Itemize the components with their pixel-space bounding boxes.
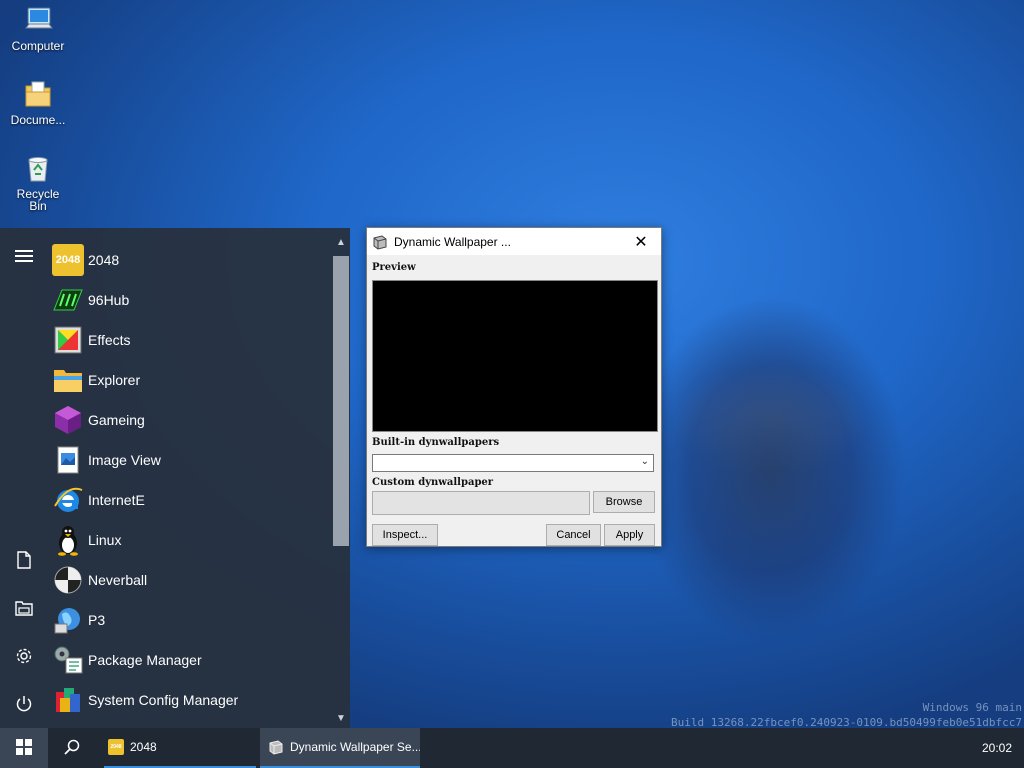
app-label: InternetE <box>88 492 145 508</box>
app-item-2048[interactable]: 2048 2048 <box>52 240 332 280</box>
close-button[interactable]: ✕ <box>621 228 661 255</box>
search-icon <box>64 739 80 758</box>
recycle-bin-icon <box>22 152 54 184</box>
app-label: P3 <box>88 612 106 628</box>
power-icon[interactable] <box>12 692 36 716</box>
folder-icon[interactable] <box>12 596 36 620</box>
desktop-icon-documents[interactable]: Docume... <box>6 78 70 126</box>
taskbar-task-dynamic-wallpaper[interactable]: Dynamic Wallpaper Se... <box>260 728 420 768</box>
clock[interactable]: 20:02 <box>982 728 1012 768</box>
explorer-folder-icon <box>52 364 84 396</box>
tux-penguin-icon <box>52 524 84 556</box>
2048-icon: 2048 <box>108 739 124 755</box>
app-label: Image View <box>88 452 161 468</box>
search-button[interactable] <box>52 728 92 768</box>
desktop-icon-computer[interactable]: Computer <box>6 4 70 52</box>
custom-label: Custom dynwallpaper <box>372 477 494 488</box>
desktop-icon-label: Recycle Bin <box>16 187 60 213</box>
app-list: 2048 2048 96Hub Effects Explorer Gameing… <box>52 240 332 720</box>
gameing-cube-icon <box>52 404 84 436</box>
app-item-gameing[interactable]: Gameing <box>52 400 332 440</box>
taskbar: 2048 2048 Dynamic Wallpaper Se... 20:02 <box>0 728 1024 768</box>
app-item-neverball[interactable]: Neverball <box>52 560 332 600</box>
app-item-image-view[interactable]: Image View <box>52 440 332 480</box>
app-list-scrollbar[interactable]: ▲ ▼ <box>332 234 350 728</box>
builtin-label: Built-in dynwallpapers <box>372 437 500 448</box>
app-label: Effects <box>88 332 131 348</box>
desktop-icon-recycle-bin[interactable]: Recycle Bin <box>6 152 70 212</box>
documents-folder-icon <box>22 78 54 110</box>
app-label: Explorer <box>88 372 141 388</box>
task-label: 2048 <box>130 740 157 754</box>
watermark-line-1: Windows 96 main <box>922 701 1022 714</box>
start-menu: 2048 2048 96Hub Effects Explorer Gameing… <box>0 228 350 728</box>
scrollbar-thumb[interactable] <box>333 256 349 546</box>
internet-explorer-icon <box>52 484 84 516</box>
task-label: Dynamic Wallpaper Se... <box>290 740 420 754</box>
package-manager-icon <box>52 644 84 676</box>
preview-label: Preview <box>372 262 416 273</box>
image-view-icon <box>52 444 84 476</box>
chevron-down-icon: ⌄ <box>640 456 649 467</box>
scroll-down-arrow-icon[interactable]: ▼ <box>336 714 346 724</box>
desktop-icon-label: Docume... <box>10 113 66 127</box>
96hub-icon <box>52 284 84 316</box>
app-item-internete[interactable]: InternetE <box>52 480 332 520</box>
neverball-icon <box>52 564 84 596</box>
app-item-p3[interactable]: P3 <box>52 600 332 640</box>
gear-icon[interactable] <box>12 644 36 668</box>
app-label: Gameing <box>88 412 145 428</box>
build-watermark: Windows 96 main Build 13268.22fbcef0.240… <box>671 700 1022 730</box>
app-label: System Config Manager <box>88 692 239 708</box>
hamburger-menu-icon[interactable] <box>12 244 36 268</box>
dynamic-wallpaper-icon <box>268 739 284 755</box>
app-label: Package Manager <box>88 652 202 668</box>
app-item-linux[interactable]: Linux <box>52 520 332 560</box>
2048-icon: 2048 <box>52 244 84 276</box>
app-label: 96Hub <box>88 292 130 308</box>
dialog-title: Dynamic Wallpaper ... <box>394 234 511 249</box>
computer-icon <box>22 4 54 36</box>
start-button[interactable] <box>0 728 48 768</box>
windows-logo-icon <box>16 738 32 758</box>
custom-dynwallpaper-field[interactable] <box>372 491 590 515</box>
app-item-package-manager[interactable]: Package Manager <box>52 640 332 680</box>
2048-icon-text: 2048 <box>110 744 122 750</box>
2048-icon-text: 2048 <box>55 254 81 266</box>
dialog-titlebar[interactable]: Dynamic Wallpaper ... ✕ <box>367 228 661 255</box>
app-label: 2048 <box>88 252 120 268</box>
wallpaper-preview <box>372 280 658 432</box>
builtin-dynwallpaper-select[interactable]: ⌄ <box>372 454 654 472</box>
close-icon: ✕ <box>634 233 648 251</box>
scroll-up-arrow-icon[interactable]: ▲ <box>336 238 346 248</box>
browse-button[interactable]: Browse <box>593 491 655 513</box>
desktop-icon-label: Computer <box>11 39 65 53</box>
effects-icon <box>52 324 84 356</box>
document-icon[interactable] <box>12 548 36 572</box>
app-item-system-config-manager[interactable]: System Config Manager <box>52 680 332 720</box>
globe-icon <box>52 604 84 636</box>
start-menu-sidebar <box>0 228 48 728</box>
app-label: Neverball <box>88 572 148 588</box>
apply-button[interactable]: Apply <box>604 524 655 546</box>
inspect-button[interactable]: Inspect... <box>372 524 438 546</box>
dynamic-wallpaper-dialog: Dynamic Wallpaper ... ✕ Preview Built-in… <box>366 227 662 547</box>
app-item-effects[interactable]: Effects <box>52 320 332 360</box>
app-item-96hub[interactable]: 96Hub <box>52 280 332 320</box>
cancel-button[interactable]: Cancel <box>546 524 601 546</box>
app-label: Linux <box>88 532 122 548</box>
app-item-explorer[interactable]: Explorer <box>52 360 332 400</box>
taskbar-task-2048[interactable]: 2048 2048 <box>104 728 256 768</box>
dynamic-wallpaper-icon <box>372 234 388 250</box>
system-config-icon <box>52 684 84 716</box>
